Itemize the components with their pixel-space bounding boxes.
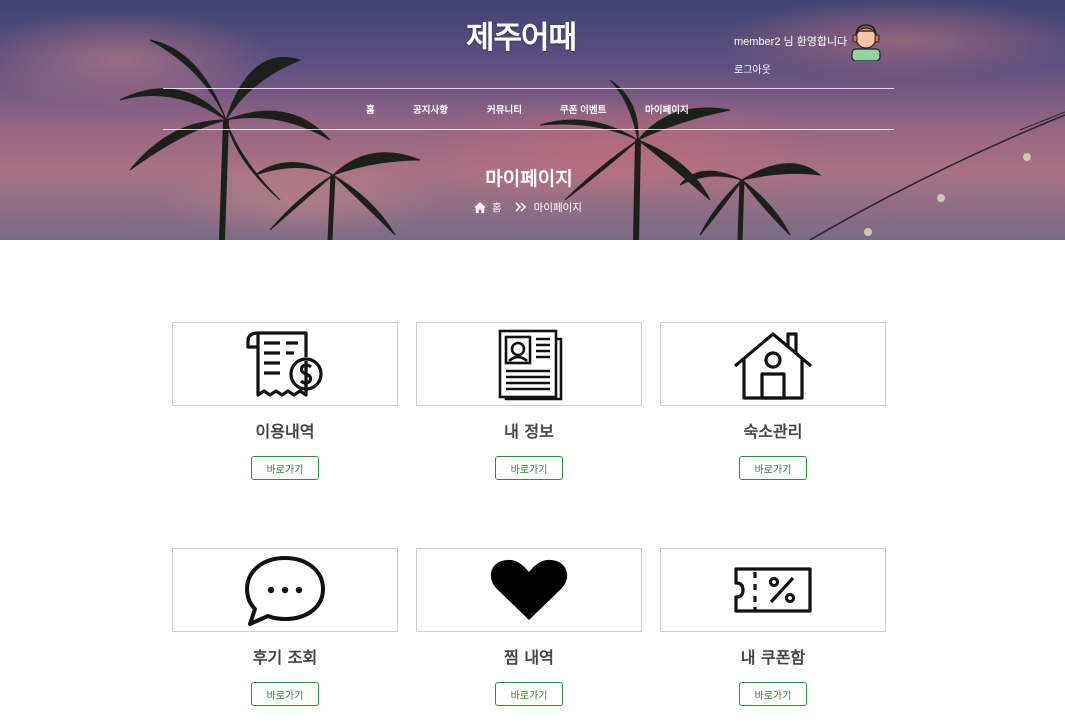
double-chevron-right-icon: [515, 202, 526, 212]
card-label: 내 쿠폰함: [740, 648, 806, 667]
site-logo[interactable]: 제주어때: [466, 12, 596, 57]
nav-coupon-event[interactable]: 쿠폰 이벤트: [560, 102, 606, 116]
page-title: 마이페이지: [485, 168, 573, 190]
card-lodging-management: 숙소관리 바로가기: [660, 322, 886, 480]
nav-divider-top: [163, 88, 894, 89]
card-reviews: 후기 조회 바로가기: [172, 548, 398, 706]
receipt-dollar-icon: [246, 331, 323, 397]
nav-notice[interactable]: 공지사항: [413, 102, 448, 116]
nav-mypage[interactable]: 마이페이지: [645, 102, 689, 116]
welcome-message: member2 님 환영합니다: [734, 36, 848, 48]
nav-home[interactable]: 홈: [366, 102, 375, 116]
chat-bubble-icon: [245, 556, 325, 626]
my-info-go-button[interactable]: 바로가기: [495, 456, 563, 480]
nav-community[interactable]: 커뮤니티: [487, 102, 522, 116]
card-label: 숙소관리: [743, 422, 803, 441]
heart-icon: [490, 559, 568, 620]
main-nav: 홈 공지사항 커뮤니티 쿠폰 이벤트 마이페이지: [0, 102, 1065, 116]
wishlist-go-button[interactable]: 바로가기: [495, 682, 563, 706]
house-icon: [733, 332, 813, 400]
coupon-icon: [734, 567, 812, 613]
reviews-go-button[interactable]: 바로가기: [251, 682, 319, 706]
breadcrumb: 홈 마이페이지: [474, 199, 582, 215]
home-icon[interactable]: [474, 201, 486, 213]
breadcrumb-current: 마이페이지: [533, 201, 582, 214]
usage-history-go-button[interactable]: 바로가기: [251, 456, 319, 480]
card-label: 찜 내역: [504, 648, 554, 667]
card-label: 후기 조회: [252, 648, 318, 667]
card-my-coupons: 내 쿠폰함 바로가기: [660, 548, 886, 706]
lodging-management-go-button[interactable]: 바로가기: [739, 456, 807, 480]
card-usage-history: 이용내역 바로가기: [172, 322, 398, 480]
card-my-info: 내 정보 바로가기: [416, 322, 642, 480]
my-coupons-go-button[interactable]: 바로가기: [739, 682, 807, 706]
card-label: 내 정보: [504, 422, 554, 441]
card-label: 이용내역: [255, 422, 315, 441]
breadcrumb-home[interactable]: 홈: [492, 200, 502, 215]
nav-divider-bottom: [163, 129, 894, 130]
user-avatar-icon[interactable]: [848, 21, 884, 61]
profile-document-icon: [498, 329, 563, 401]
card-wishlist: 찜 내역 바로가기: [416, 548, 642, 706]
logout-link[interactable]: 로그아웃: [734, 61, 771, 76]
